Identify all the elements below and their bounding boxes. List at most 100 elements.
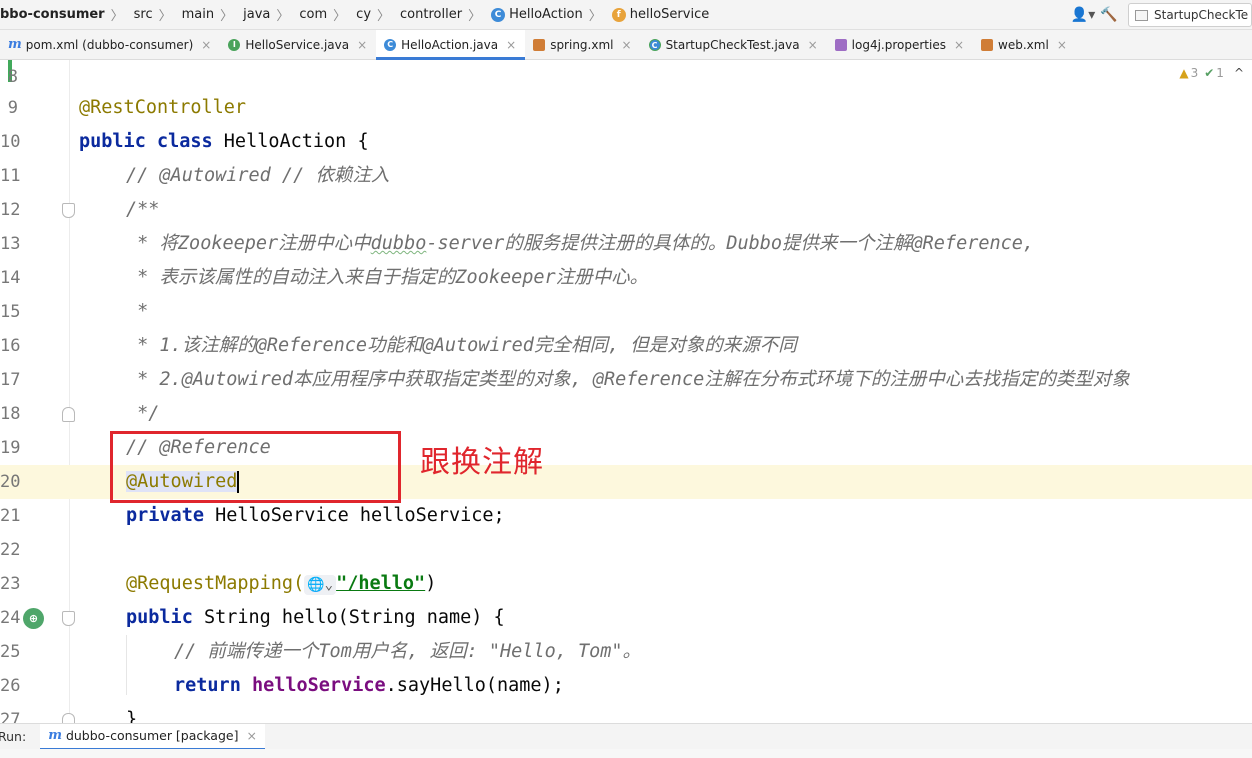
annotation-highlight-box — [110, 431, 401, 503]
line-number: 17 — [0, 370, 21, 390]
comment-token: * 表示该属性的自动注入来自于指定的Zookeeper注册中心。 — [126, 267, 649, 288]
chevron-right-icon: 〉 — [158, 9, 172, 24]
line-number: 12 — [0, 200, 21, 220]
code-line[interactable]: 8 — [0, 60, 1252, 94]
tab-web-xml[interactable]: web.xml × — [973, 30, 1076, 59]
hammer-icon[interactable]: 🔨 — [1096, 4, 1122, 26]
chevron-right-icon: 〉 — [110, 9, 124, 24]
chevron-right-icon: 〉 — [468, 9, 482, 24]
line-number: 21 — [0, 506, 21, 526]
line-number: 14 — [0, 268, 21, 288]
comment-token: -server的服务提供注册的具体的。Dubbo提供来一个注解@Referenc… — [426, 233, 1035, 254]
close-icon[interactable]: × — [808, 38, 818, 52]
breadcrumb-src[interactable]: src — [130, 7, 153, 22]
comment-token: // @Autowired // 依赖注入 — [126, 165, 390, 186]
line-number: 19 — [0, 438, 21, 458]
line-number: 18 — [0, 404, 21, 424]
fold-icon[interactable] — [62, 407, 75, 422]
code-line[interactable]: 27 } — [0, 703, 1252, 723]
maven-icon: m — [48, 728, 62, 743]
close-icon[interactable]: × — [201, 38, 211, 52]
maven-icon: m — [8, 37, 22, 52]
code-line[interactable]: 18 */ — [0, 397, 1252, 431]
breadcrumb-cy[interactable]: cy — [352, 7, 371, 22]
chevron-right-icon: 〉 — [276, 9, 290, 24]
code-line[interactable]: 15 * — [0, 295, 1252, 329]
tab-helloaction-java[interactable]: C HelloAction.java × — [376, 30, 526, 60]
comment-token: dubbo — [370, 233, 427, 254]
close-icon[interactable]: × — [246, 728, 256, 743]
run-output-area[interactable] — [0, 749, 1252, 758]
comment-token: */ — [126, 403, 160, 424]
tab-startupchecktest-java[interactable]: C StartupCheckTest.java × — [641, 30, 827, 59]
close-icon[interactable]: × — [1057, 38, 1067, 52]
chevron-right-icon: 〉 — [588, 9, 602, 24]
web-endpoint-icon[interactable]: ⊕ — [23, 608, 44, 629]
line-number: 25 — [0, 642, 21, 662]
tab-pom-xml[interactable]: m pom.xml (dubbo-consumer) × — [0, 30, 220, 59]
code-line[interactable]: 22 — [0, 533, 1252, 567]
breadcrumb-helloservice[interactable]: f helloService — [608, 7, 709, 22]
line-number: 24 — [0, 608, 21, 628]
comment-token: /** — [126, 199, 160, 220]
code-line[interactable]: 26 return helloService.sayHello(name); — [0, 669, 1252, 703]
chevron-right-icon: 〉 — [220, 9, 234, 24]
keyword-token: return — [174, 675, 241, 696]
code-line[interactable]: 13 * 将Zookeeper注册中心中dubbo-server的服务提供注册的… — [0, 227, 1252, 261]
xml-icon — [981, 38, 994, 51]
line-number: 23 — [0, 574, 21, 594]
line-number: 16 — [0, 336, 21, 356]
url-string-token[interactable]: "/hello" — [336, 573, 425, 594]
breadcrumb-com[interactable]: com — [295, 7, 327, 22]
code-line[interactable]: 10 public class HelloAction { — [0, 125, 1252, 159]
code-line[interactable]: 24 ⊕ public String hello(String name) { — [0, 601, 1252, 635]
editor-tabs: m pom.xml (dubbo-consumer) × I HelloServ… — [0, 30, 1252, 60]
tab-spring-xml[interactable]: spring.xml × — [525, 30, 640, 59]
code-line[interactable]: 14 * 表示该属性的自动注入来自于指定的Zookeeper注册中心。 — [0, 261, 1252, 295]
annotation-token: @RestController — [79, 97, 247, 118]
comment-token: * 2.@Autowired本应用程序中获取指定类型的对象, @Referenc… — [126, 369, 1130, 390]
run-configuration-select[interactable]: StartupCheckTe — [1128, 3, 1252, 27]
breadcrumb-java[interactable]: java — [239, 7, 270, 22]
field-reference-token: helloService — [240, 675, 386, 696]
tab-helloservice-java[interactable]: I HelloService.java × — [220, 30, 376, 59]
tab-log4j-properties[interactable]: log4j.properties × — [827, 30, 973, 59]
fold-icon[interactable] — [62, 203, 75, 218]
close-icon[interactable]: × — [506, 38, 516, 52]
comment-token: * 1.该注解的@Reference功能和@Autowired完全相同, 但是对… — [126, 335, 797, 356]
fold-icon[interactable] — [62, 713, 75, 723]
code-editor[interactable]: ▲ 3 ✔ 1 ^ 8 9 @RestController 10 public … — [0, 60, 1252, 723]
line-number: 27 — [0, 710, 21, 723]
line-number: 26 — [0, 676, 21, 696]
code-line[interactable]: 12 /** — [0, 193, 1252, 227]
code-text: HelloService helloService; — [203, 505, 505, 526]
code-line[interactable]: 21 private HelloService helloService; — [0, 499, 1252, 533]
run-tab-dubbo-consumer[interactable]: m dubbo-consumer [package] × — [40, 723, 265, 750]
run-label: Run: — [0, 729, 27, 744]
keyword-token: private — [126, 505, 204, 526]
navigation-bar: bbo-consumer 〉 src 〉 main 〉 java 〉 com 〉… — [0, 0, 1252, 30]
code-line[interactable]: 23 @RequestMapping(🌐⌄ "/hello") — [0, 567, 1252, 601]
code-line[interactable]: 25 // 前端传递一个Tom用户名, 返回: "Hello, Tom"。 — [0, 635, 1252, 669]
close-icon[interactable]: × — [357, 38, 367, 52]
breadcrumb-project[interactable]: bbo-consumer — [0, 7, 105, 22]
keyword-token: public class — [79, 131, 213, 152]
class-icon: C — [384, 38, 397, 51]
breadcrumb-controller[interactable]: controller — [396, 7, 462, 22]
field-icon: f — [611, 7, 626, 22]
breadcrumb-main[interactable]: main — [178, 7, 214, 22]
line-number: 8 — [7, 67, 18, 87]
line-number: 20 — [0, 472, 21, 492]
close-icon[interactable]: × — [954, 38, 964, 52]
code-line[interactable]: 9 @RestController — [0, 91, 1252, 125]
user-icon[interactable]: 👤▾ — [1070, 4, 1096, 26]
breadcrumb-helloaction[interactable]: C HelloAction — [487, 7, 583, 22]
globe-icon[interactable]: 🌐⌄ — [304, 575, 337, 595]
code-line[interactable]: 17 * 2.@Autowired本应用程序中获取指定类型的对象, @Refer… — [0, 363, 1252, 397]
fold-icon[interactable] — [62, 611, 75, 626]
code-line[interactable]: 16 * 1.该注解的@Reference功能和@Autowired完全相同, … — [0, 329, 1252, 363]
code-line[interactable]: 11 // @Autowired // 依赖注入 — [0, 159, 1252, 193]
close-icon[interactable]: × — [622, 38, 632, 52]
annotation-token: @RequestMapping( — [126, 573, 305, 594]
chevron-right-icon: 〉 — [377, 9, 391, 24]
